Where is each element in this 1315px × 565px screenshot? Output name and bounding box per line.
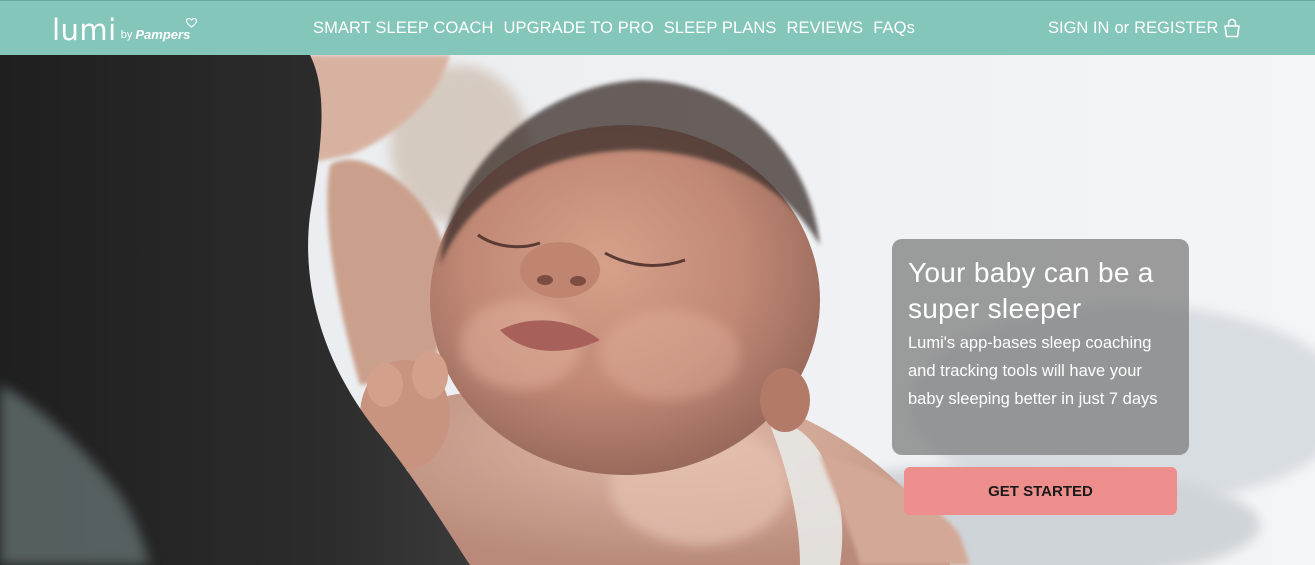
or-separator: or [1114,19,1130,37]
hero-description: Lumi's app-bases sleep coaching and trac… [908,334,1158,408]
shopping-bag-icon[interactable] [1223,18,1241,38]
nav-sleep-plans[interactable]: SLEEP PLANS [664,18,777,38]
main-nav: SMART SLEEP COACH UPGRADE TO PRO SLEEP P… [313,18,915,38]
heart-icon [186,18,198,28]
logo-brand: lumi [52,13,117,47]
hero-title: Your baby can be a super sleeper [908,257,1154,324]
nav-smart-sleep-coach[interactable]: SMART SLEEP COACH [313,18,494,38]
lumi-logo[interactable]: lumi by Pampers [52,11,198,47]
account-links: SIGN IN or REGISTER [1048,18,1241,38]
page: lumi by Pampers SMART SLEEP COACH UPGRAD… [0,0,1315,565]
nav-faqs[interactable]: FAQs [873,18,915,38]
sign-in-link[interactable]: SIGN IN [1048,18,1109,38]
site-header: lumi by Pampers SMART SLEEP COACH UPGRAD… [0,0,1315,55]
nav-reviews[interactable]: REVIEWS [786,18,863,38]
hero-section: Your baby can be a super sleeper Lumi's … [0,55,1315,565]
get-started-button[interactable]: GET STARTED [904,467,1177,515]
logo-partner: Pampers [135,18,198,42]
hero-promo-card: Your baby can be a super sleeper Lumi's … [892,239,1189,455]
logo-partner-text: Pampers [135,27,191,42]
register-link[interactable]: REGISTER [1134,18,1218,38]
nav-upgrade-to-pro[interactable]: UPGRADE TO PRO [504,18,654,38]
logo-by: by [120,29,133,41]
